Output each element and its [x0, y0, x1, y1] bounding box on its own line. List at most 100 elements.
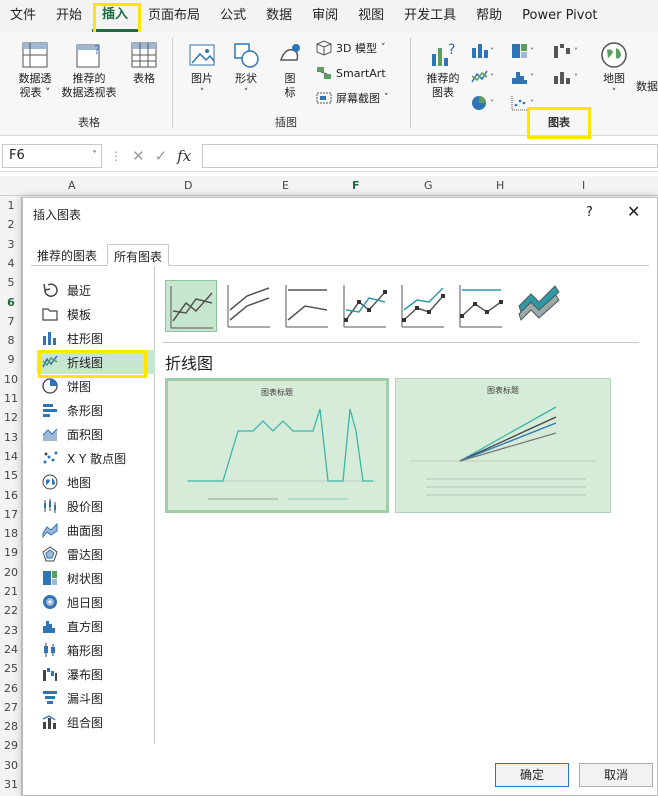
- chart-type-item[interactable]: 曲面图: [37, 518, 155, 542]
- cancel-icon[interactable]: ✕: [132, 147, 145, 165]
- column-header[interactable]: H: [496, 179, 504, 192]
- row-header[interactable]: 29: [0, 739, 22, 752]
- menu-view[interactable]: 视图: [348, 0, 394, 32]
- row-header[interactable]: 18: [0, 527, 22, 540]
- column-header[interactable]: D: [184, 179, 192, 192]
- chart-type-item[interactable]: X Y 散点图: [37, 446, 155, 470]
- hierarchy-chart-button[interactable]: ˅: [510, 42, 536, 63]
- row-header[interactable]: 28: [0, 720, 22, 733]
- row-header[interactable]: 14: [0, 450, 22, 463]
- waterfall-chart-button[interactable]: ˅: [552, 42, 582, 63]
- menu-review[interactable]: 审阅: [302, 0, 348, 32]
- chart-type-item[interactable]: 漏斗图: [37, 686, 155, 710]
- chevron-down-icon[interactable]: ˅: [92, 145, 97, 167]
- row-header[interactable]: 23: [0, 624, 22, 637]
- pivot-table-button[interactable]: 数据透 视表 ˅: [8, 40, 62, 100]
- formula-input[interactable]: [202, 144, 658, 168]
- row-header[interactable]: 15: [0, 469, 22, 482]
- chart-type-item[interactable]: 面积图: [37, 422, 155, 446]
- name-box[interactable]: F6 ˅: [2, 144, 102, 168]
- cancel-button[interactable]: 取消: [579, 763, 653, 787]
- column-header[interactable]: A: [68, 179, 76, 192]
- chart-type-item[interactable]: 地图: [37, 470, 155, 494]
- chart-type-item[interactable]: 树状图: [37, 566, 155, 590]
- row-header[interactable]: 12: [0, 411, 22, 424]
- row-header[interactable]: 30: [0, 759, 22, 772]
- row-header[interactable]: 5: [0, 276, 22, 289]
- smartart-button[interactable]: SmartArt: [316, 65, 386, 81]
- row-header[interactable]: 13: [0, 431, 22, 444]
- chart-type-item[interactable]: 瀑布图: [37, 662, 155, 686]
- tab-all-charts[interactable]: 所有图表: [107, 244, 170, 266]
- ok-button[interactable]: 确定: [495, 763, 569, 787]
- row-header[interactable]: 21: [0, 585, 22, 598]
- icons-button[interactable]: 图 标: [272, 40, 308, 100]
- row-header[interactable]: 1: [0, 199, 22, 212]
- row-header[interactable]: 26: [0, 682, 22, 695]
- combo-chart-button[interactable]: ˅: [552, 68, 582, 89]
- menu-help[interactable]: 帮助: [466, 0, 512, 32]
- subtype-3d-line[interactable]: [513, 280, 565, 332]
- map-button[interactable]: 地图 ˅: [596, 40, 632, 100]
- chart-type-item[interactable]: 旭日图: [37, 590, 155, 614]
- subtype-percent-stacked-line-markers[interactable]: [455, 280, 507, 332]
- data-button-partial[interactable]: 数据: [636, 80, 658, 94]
- picture-button[interactable]: 图片 ˅: [184, 40, 220, 100]
- subtype-line[interactable]: [165, 280, 217, 332]
- table-button[interactable]: 表格: [126, 40, 162, 86]
- menu-file[interactable]: 文件: [0, 0, 46, 32]
- recommended-charts-button[interactable]: ? 推荐的 图表: [420, 40, 466, 100]
- chart-type-item[interactable]: 组合图: [37, 710, 155, 734]
- row-header[interactable]: 11: [0, 392, 22, 405]
- chart-type-item[interactable]: 雷达图: [37, 542, 155, 566]
- row-header[interactable]: 4: [0, 257, 22, 270]
- fx-icon[interactable]: fx: [177, 147, 191, 165]
- chart-type-item[interactable]: 柱形图: [37, 326, 155, 350]
- menu-power-pivot[interactable]: Power Pivot: [512, 0, 607, 32]
- row-header[interactable]: 3: [0, 238, 22, 251]
- row-header[interactable]: 7: [0, 315, 22, 328]
- column-header[interactable]: G: [424, 179, 433, 192]
- subtype-line-markers[interactable]: [339, 280, 391, 332]
- menu-developer[interactable]: 开发工具: [394, 0, 466, 32]
- close-icon[interactable]: ✕: [627, 202, 640, 221]
- chart-type-item[interactable]: 模板: [37, 302, 155, 326]
- screenshot-button[interactable]: 屏幕截图 ˅: [316, 90, 389, 106]
- row-header[interactable]: 24: [0, 643, 22, 656]
- column-header[interactable]: E: [282, 179, 289, 192]
- tab-recommended-charts[interactable]: 推荐的图表: [31, 244, 103, 266]
- menu-data[interactable]: 数据: [256, 0, 302, 32]
- subtype-stacked-line[interactable]: [223, 280, 275, 332]
- row-header[interactable]: 19: [0, 546, 22, 559]
- line-chart-button[interactable]: ˅: [470, 68, 496, 89]
- menu-page-layout[interactable]: 页面布局: [138, 0, 210, 32]
- statistic-chart-button[interactable]: ˅: [510, 68, 536, 89]
- row-header[interactable]: 27: [0, 701, 22, 714]
- subtype-stacked-line-markers[interactable]: [397, 280, 449, 332]
- chart-type-item[interactable]: 直方图: [37, 614, 155, 638]
- confirm-icon[interactable]: ✓: [155, 147, 168, 165]
- help-icon[interactable]: ?: [586, 205, 593, 220]
- row-header[interactable]: 10: [0, 373, 22, 386]
- column-header[interactable]: F: [352, 179, 360, 192]
- chart-type-item[interactable]: 条形图: [37, 398, 155, 422]
- chart-type-item[interactable]: 最近: [37, 278, 155, 302]
- chart-preview-2[interactable]: 图表标题: [395, 378, 611, 513]
- row-header[interactable]: 20: [0, 566, 22, 579]
- row-header[interactable]: 22: [0, 604, 22, 617]
- model-3d-button[interactable]: 3D 模型 ˅: [316, 40, 385, 56]
- row-header[interactable]: 8: [0, 334, 22, 347]
- row-header[interactable]: 9: [0, 353, 22, 366]
- row-header[interactable]: 17: [0, 508, 22, 521]
- row-header[interactable]: 25: [0, 662, 22, 675]
- menu-formulas[interactable]: 公式: [210, 0, 256, 32]
- recommended-pivot-button[interactable]: ? 推荐的 数据透视表: [58, 40, 120, 100]
- chart-preview-1[interactable]: 图表标题: [165, 378, 389, 513]
- subtype-percent-stacked-line[interactable]: [281, 280, 333, 332]
- chart-type-item[interactable]: 箱形图: [37, 638, 155, 662]
- row-header[interactable]: 31: [0, 778, 22, 791]
- menu-home[interactable]: 开始: [46, 0, 92, 32]
- row-header[interactable]: 2: [0, 218, 22, 231]
- shapes-button[interactable]: 形状 ˅: [228, 40, 264, 100]
- column-chart-button[interactable]: ˅: [470, 42, 496, 63]
